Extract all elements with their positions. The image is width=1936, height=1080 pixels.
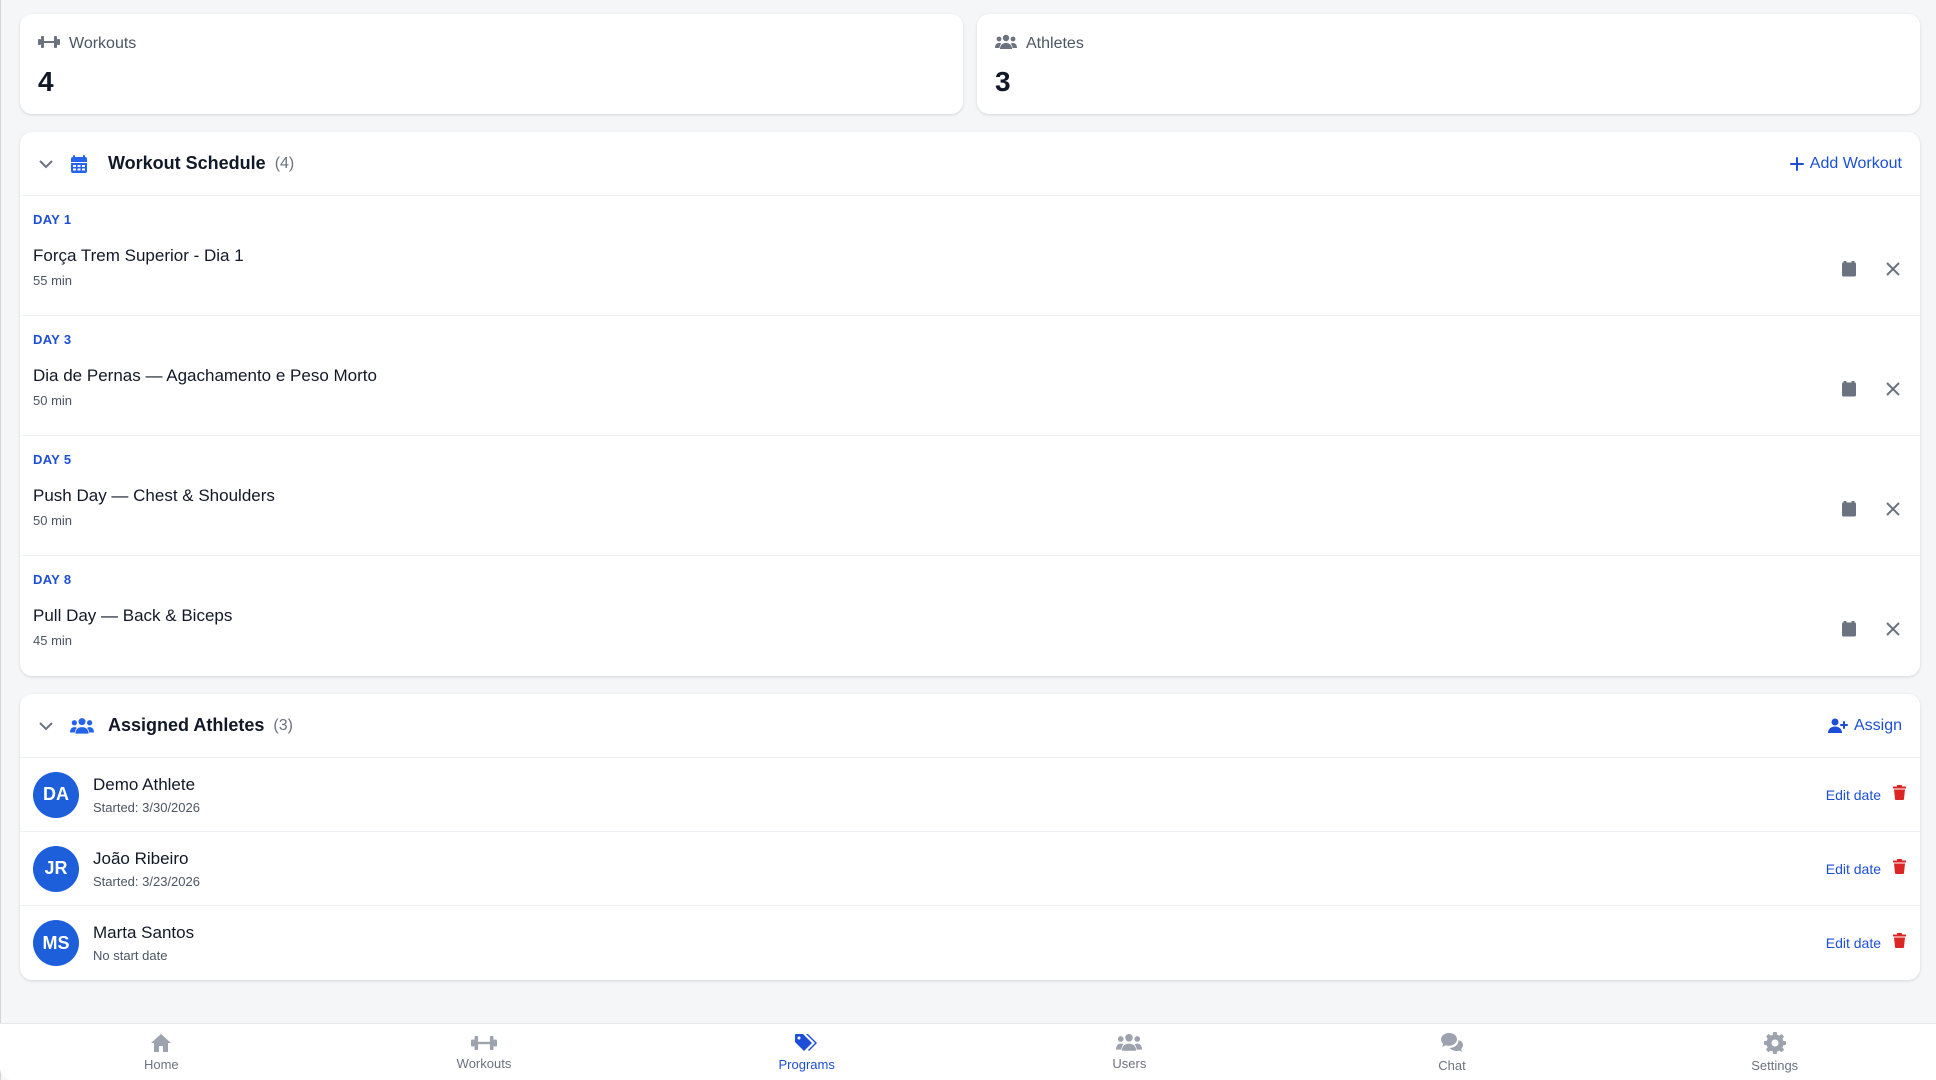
assign-label: Assign: [1853, 716, 1902, 734]
home-icon: [151, 1033, 172, 1052]
trash-icon[interactable]: [1893, 933, 1906, 953]
remove-workout-close-icon[interactable]: [1884, 500, 1902, 518]
nav-item-programs[interactable]: Programs: [645, 1024, 968, 1080]
reschedule-calendar-icon[interactable]: [1840, 500, 1858, 518]
nav-label: Workouts: [456, 1055, 512, 1071]
tags-icon: [794, 1033, 817, 1051]
athletes-stat-card: Athletes 3: [977, 14, 1920, 114]
window-edge: [0, 0, 1, 1080]
workout-row[interactable]: DAY 8 Pull Day — Back & Biceps 45 min: [20, 556, 1920, 676]
program-detail: Workouts 4 Athletes 3 Workout Schedule (…: [20, 14, 1920, 980]
nav-label: Settings: [1751, 1057, 1799, 1073]
athlete-name: Marta Santos: [93, 923, 195, 942]
trash-icon[interactable]: [1893, 858, 1906, 879]
workout-row[interactable]: DAY 5 Push Day — Chest & Shoulders 50 mi…: [20, 436, 1920, 556]
users-icon: [70, 715, 94, 737]
dumbbell-icon: [38, 34, 60, 55]
chat-icon: [1441, 1032, 1464, 1052]
athletes-stat-value: 3: [995, 66, 1011, 97]
athletes-stat-label: Athletes: [1026, 35, 1084, 52]
day-label: DAY 1: [33, 212, 72, 227]
remove-workout-close-icon[interactable]: [1884, 380, 1902, 398]
workout-duration: 55 min: [33, 273, 73, 288]
workout-duration: 50 min: [33, 393, 73, 408]
athlete-start-date: No start date: [93, 948, 168, 963]
workout-schedule-count: (4): [274, 154, 295, 172]
add-workout-label: Add Workout: [1809, 154, 1902, 172]
nav-item-workouts[interactable]: Workouts: [323, 1024, 646, 1080]
workout-name: Push Day — Chest & Shoulders: [33, 486, 275, 505]
nav-label: Programs: [778, 1056, 835, 1072]
plus-icon: [1789, 156, 1804, 171]
edit-date-button[interactable]: Edit date: [1826, 861, 1881, 877]
nav-label: Users: [1112, 1056, 1147, 1071]
assigned-athletes-section: Assigned Athletes (3) Assign DA Demo Ath…: [20, 694, 1920, 980]
edit-date-button[interactable]: Edit date: [1826, 787, 1881, 803]
avatar: MS: [33, 920, 79, 966]
reschedule-calendar-icon[interactable]: [1840, 620, 1858, 638]
reschedule-calendar-icon[interactable]: [1840, 380, 1858, 398]
day-label: DAY 5: [33, 452, 72, 467]
stats-row: Workouts 4 Athletes 3: [20, 14, 1920, 114]
chevron-down-icon[interactable]: [36, 716, 56, 736]
workouts-stat-value: 4: [38, 66, 54, 97]
athlete-row[interactable]: MS Marta Santos No start date Edit date: [20, 906, 1920, 980]
bottom-nav: Home Workouts Programs Users Chat Settin…: [0, 1023, 1936, 1080]
athlete-row[interactable]: JR João Ribeiro Started: 3/23/2026 Edit …: [20, 832, 1920, 906]
workout-schedule-header[interactable]: Workout Schedule (4) Add Workout: [20, 132, 1920, 196]
workouts-stat-label: Workouts: [69, 35, 137, 52]
nav-item-chat[interactable]: Chat: [1291, 1024, 1614, 1080]
add-workout-button[interactable]: Add Workout: [1789, 154, 1902, 173]
assigned-athletes-count: (3): [273, 716, 293, 734]
assign-button[interactable]: Assign: [1827, 716, 1902, 735]
nav-item-home[interactable]: Home: [0, 1024, 323, 1080]
athlete-name: Demo Athlete: [93, 774, 196, 794]
workout-duration: 45 min: [33, 633, 73, 648]
day-label: DAY 3: [33, 332, 72, 347]
workouts-stat-card: Workouts 4: [20, 14, 963, 114]
dumbbell-icon: [471, 1035, 497, 1050]
workout-schedule-section: Workout Schedule (4) Add Workout DAY 1 F…: [20, 132, 1920, 676]
users-icon: [1116, 1033, 1143, 1051]
edit-date-button[interactable]: Edit date: [1826, 935, 1881, 951]
user-plus-icon: [1827, 718, 1848, 733]
nav-item-users[interactable]: Users: [968, 1024, 1291, 1080]
day-label: DAY 8: [33, 572, 72, 587]
chevron-down-icon[interactable]: [36, 154, 56, 174]
workout-name: Força Trem Superior - Dia 1: [33, 246, 244, 265]
athlete-start-date: Started: 3/30/2026: [93, 799, 200, 815]
athlete-row[interactable]: DA Demo Athlete Started: 3/30/2026 Edit …: [20, 758, 1920, 832]
avatar: DA: [33, 771, 79, 818]
calendar-icon: [70, 153, 94, 175]
workout-schedule-title: Workout Schedule: [108, 153, 266, 173]
workout-row[interactable]: DAY 1 Força Trem Superior - Dia 1 55 min: [20, 196, 1920, 316]
athlete-start-date: Started: 3/23/2026: [93, 873, 200, 889]
workout-row[interactable]: DAY 3 Dia de Pernas — Agachamento e Peso…: [20, 316, 1920, 436]
workout-duration: 50 min: [33, 513, 73, 528]
assigned-athletes-header[interactable]: Assigned Athletes (3) Assign: [20, 694, 1920, 758]
trash-icon[interactable]: [1893, 784, 1906, 805]
athlete-name: João Ribeiro: [93, 848, 189, 868]
workout-name: Pull Day — Back & Biceps: [33, 606, 233, 625]
nav-item-settings[interactable]: Settings: [1613, 1024, 1936, 1080]
workout-name: Dia de Pernas — Agachamento e Peso Morto: [33, 366, 377, 385]
remove-workout-close-icon[interactable]: [1884, 620, 1902, 638]
remove-workout-close-icon[interactable]: [1884, 260, 1902, 278]
nav-label: Chat: [1438, 1057, 1466, 1073]
avatar: JR: [33, 845, 79, 892]
reschedule-calendar-icon[interactable]: [1840, 260, 1858, 278]
assigned-athletes-title: Assigned Athletes: [108, 715, 265, 735]
gear-icon: [1763, 1031, 1786, 1054]
users-icon: [995, 34, 1017, 55]
nav-label: Home: [143, 1056, 179, 1072]
